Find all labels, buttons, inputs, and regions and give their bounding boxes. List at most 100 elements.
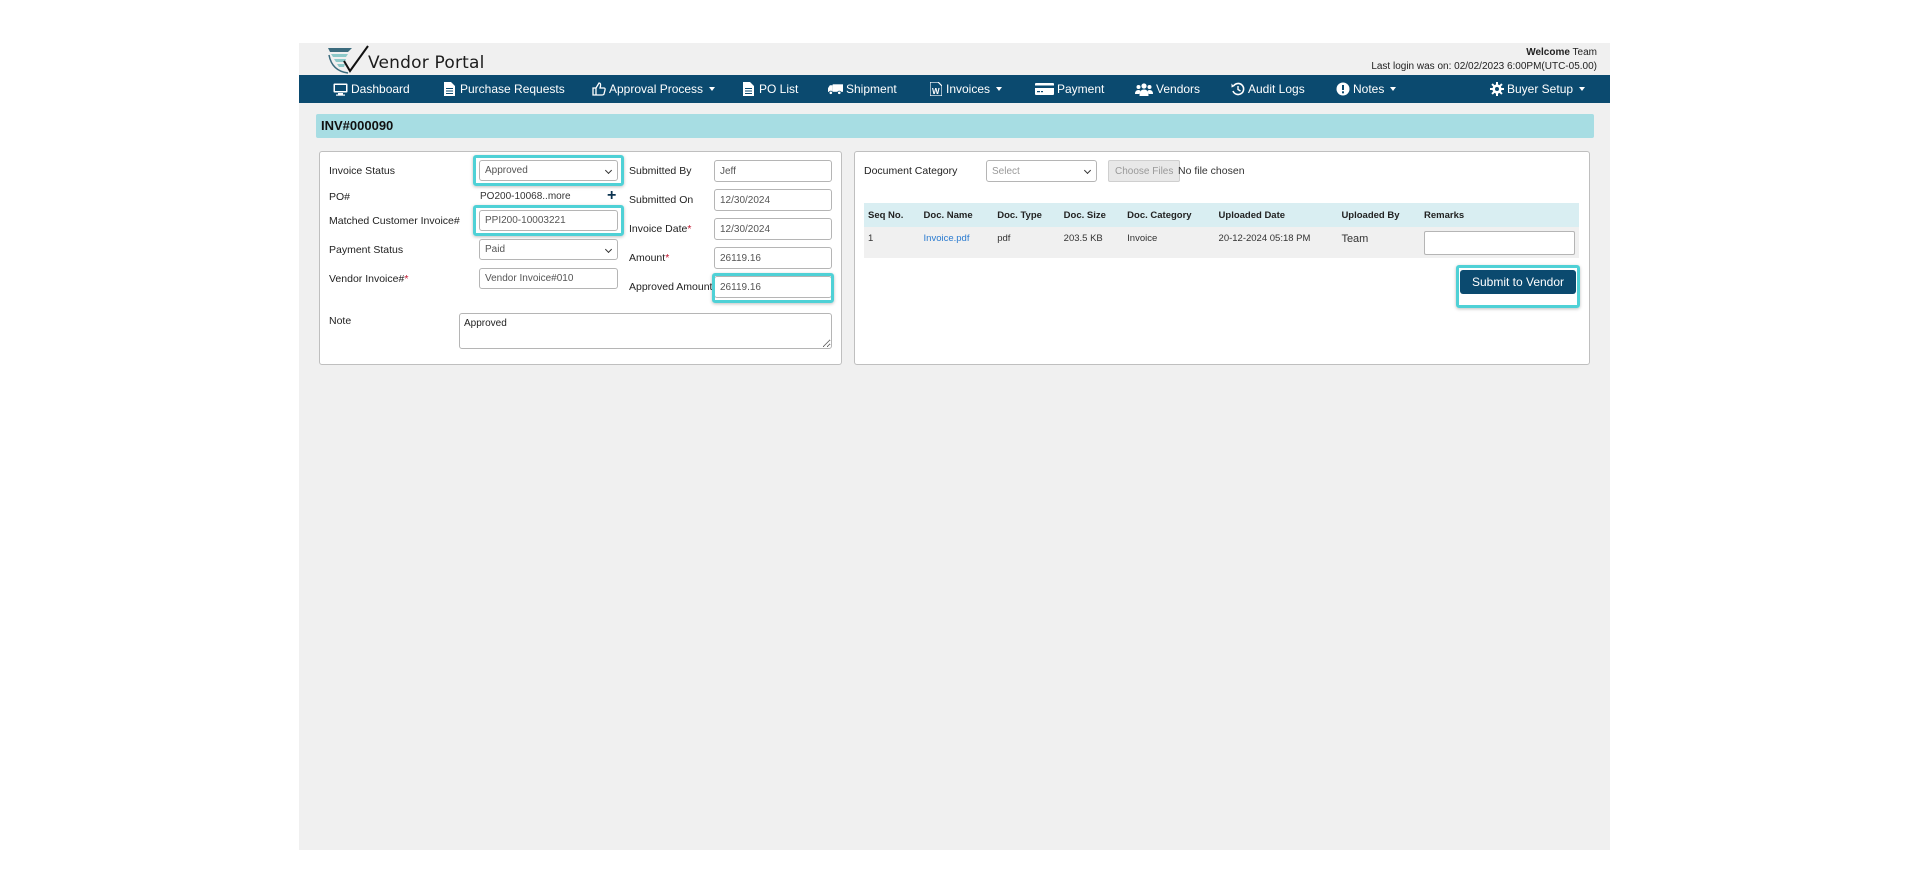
page-title: INV#000090 — [321, 118, 394, 133]
history-icon — [1230, 82, 1245, 96]
nav-label: Notes — [1353, 82, 1385, 96]
last-login: Last login was on: 02/02/2023 6:00PM(UTC… — [1371, 61, 1597, 72]
invoice-date-input[interactable]: 12/30/2024 — [714, 218, 832, 240]
caret-down-icon — [996, 87, 1003, 91]
submit-to-vendor-button[interactable]: Submit to Vendor — [1460, 270, 1576, 294]
nav-approval-process[interactable]: Approval Process — [591, 75, 716, 103]
monitor-icon — [333, 82, 348, 96]
chevron-down-icon — [1083, 166, 1092, 175]
nav-po-list[interactable]: PO List — [741, 75, 798, 103]
nav-invoices[interactable]: W Invoices — [928, 75, 1003, 103]
table-row: 1 Invoice.pdf pdf 203.5 KB Invoice 20-12… — [864, 227, 1579, 258]
invoice-date-label: Invoice Date* — [629, 223, 691, 235]
col-doc-name: Doc. Name — [919, 203, 994, 227]
nav-label: Invoices — [946, 82, 991, 96]
document-category-placeholder: Select — [992, 165, 1020, 177]
submitted-on-input[interactable]: 12/30/2024 — [714, 189, 832, 211]
invoice-details-card: Invoice Status Approved PO# PO200-10068.… — [319, 151, 842, 365]
word-document-icon: W — [928, 82, 943, 96]
amount-value: 26119.16 — [720, 252, 761, 264]
cell-doc-type: pdf — [993, 227, 1060, 258]
amount-label: Amount* — [629, 252, 669, 264]
submitted-by-value: Jeff — [720, 165, 736, 177]
submitted-by-input[interactable]: Jeff — [714, 160, 832, 182]
payment-status-select[interactable]: Paid — [479, 239, 618, 260]
app-title: Vendor Portal — [368, 53, 485, 73]
no-file-chosen-text: No file chosen — [1178, 165, 1245, 177]
logo-icon — [328, 45, 369, 74]
col-seq-no: Seq No. — [864, 203, 920, 227]
remarks-input[interactable] — [1424, 231, 1575, 255]
logo[interactable]: Vendor Portal — [326, 45, 485, 75]
nav-buyer-setup[interactable]: Buyer Setup — [1489, 75, 1586, 103]
documents-card: Document Category Select Choose Files No… — [854, 151, 1590, 365]
amount-label-text: Amount — [629, 252, 666, 264]
nav-label: PO List — [759, 82, 799, 96]
nav-notes[interactable]: Notes — [1335, 75, 1397, 103]
document-icon — [442, 82, 457, 96]
page-title-bar: INV#000090 — [316, 114, 1594, 138]
nav-label: Vendors — [1156, 82, 1201, 96]
nav-label: Buyer Setup — [1507, 82, 1574, 96]
truck-icon — [828, 82, 843, 96]
invoice-date-label-text: Invoice Date — [629, 223, 688, 235]
nav-dashboard[interactable]: Dashboard — [333, 75, 410, 103]
cell-seq: 1 — [864, 227, 920, 258]
doc-name-link[interactable]: Invoice.pdf — [919, 227, 994, 258]
matched-customer-invoice-label: Matched Customer Invoice# — [329, 215, 460, 227]
nav-label: Payment — [1057, 82, 1105, 96]
nav-label: Approval Process — [609, 82, 704, 96]
cell-doc-size: 203.5 KB — [1059, 227, 1124, 258]
nav-purchase-requests[interactable]: Purchase Requests — [442, 75, 565, 103]
invoice-status-label: Invoice Status — [329, 165, 395, 177]
vendor-invoice-value: Vendor Invoice#010 — [485, 273, 574, 284]
cell-uploaded-date: 20-12-2024 05:18 PM — [1214, 227, 1338, 258]
submitted-on-value: 12/30/2024 — [720, 194, 771, 206]
caret-down-icon — [1390, 87, 1397, 91]
nav-audit-logs[interactable]: Audit Logs — [1230, 75, 1305, 103]
nav-shipment[interactable]: Shipment — [828, 75, 897, 103]
col-doc-size: Doc. Size — [1059, 203, 1124, 227]
choose-files-button[interactable]: Choose Files — [1108, 160, 1181, 182]
add-po-icon[interactable]: + — [607, 188, 616, 204]
required-mark: * — [404, 273, 409, 285]
document-category-select[interactable]: Select — [986, 160, 1097, 182]
matched-customer-invoice-input[interactable]: PPI200-10003221 — [479, 210, 618, 231]
nav-label: Shipment — [846, 82, 897, 96]
thumbs-up-icon — [591, 82, 606, 96]
document-icon — [741, 82, 756, 96]
cell-remarks — [1420, 227, 1579, 258]
note-label: Note — [329, 315, 352, 327]
top-header: Vendor Portal Welcome Team Last login wa… — [299, 43, 1610, 75]
amount-input[interactable]: 26119.16 — [714, 247, 832, 269]
credit-card-icon — [1034, 82, 1054, 96]
payment-status-value: Paid — [485, 244, 506, 255]
required-mark: * — [665, 252, 670, 264]
welcome-user: Team — [1572, 47, 1597, 58]
required-mark: * — [687, 223, 692, 235]
cell-doc-category: Invoice — [1123, 227, 1215, 258]
svg-text:W: W — [932, 87, 940, 96]
vendor-invoice-label-text: Vendor Invoice# — [329, 273, 405, 285]
exclamation-circle-icon — [1335, 82, 1350, 96]
submitted-by-label: Submitted By — [629, 165, 692, 177]
approved-amount-input[interactable]: 26119.16 — [714, 276, 832, 298]
nav-payment[interactable]: Payment — [1034, 75, 1104, 103]
invoice-status-select[interactable]: Approved — [479, 160, 618, 181]
app-container: Vendor Portal Welcome Team Last login wa… — [299, 43, 1610, 850]
invoice-date-value: 12/30/2024 — [720, 223, 771, 235]
approved-amount-label: Approved Amount — [629, 281, 713, 293]
col-doc-type: Doc. Type — [993, 203, 1060, 227]
cell-uploaded-by: Team — [1337, 227, 1420, 258]
nav-vendors[interactable]: Vendors — [1135, 75, 1200, 103]
chevron-down-icon — [604, 245, 613, 254]
vendor-invoice-input[interactable]: Vendor Invoice#010 — [479, 268, 618, 289]
nav-label: Dashboard — [351, 82, 410, 96]
note-textarea[interactable]: Approved — [459, 313, 832, 349]
po-value-link[interactable]: PO200-10068..more — [480, 191, 571, 202]
chevron-down-icon — [604, 166, 613, 175]
po-label: PO# — [329, 191, 351, 203]
main-nav: Dashboard Purchase Requests Approval Pro… — [299, 75, 1610, 103]
documents-table: Seq No. Doc. Name Doc. Type Doc. Size Do… — [864, 203, 1579, 258]
users-icon — [1135, 82, 1153, 96]
